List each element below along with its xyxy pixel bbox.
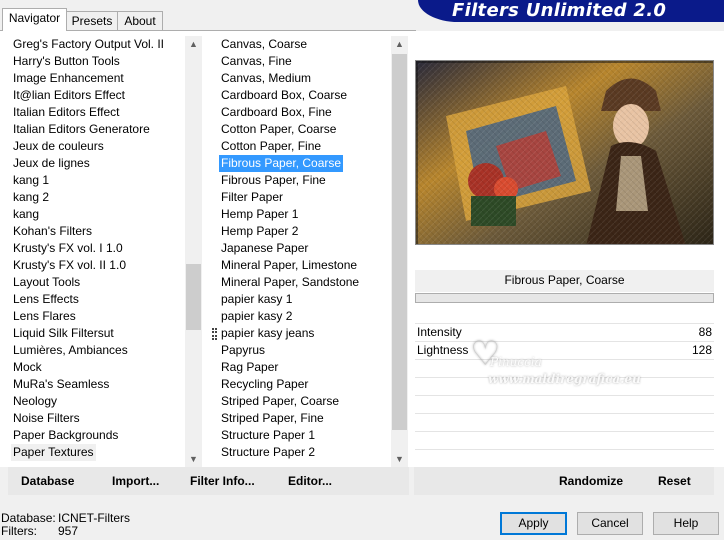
control-separator	[415, 395, 714, 396]
filter-list-item[interactable]: Recycling Paper	[219, 376, 310, 393]
filter-list[interactable]: Canvas, Coarse Canvas, Fine Canvas, Medium…	[219, 36, 391, 468]
control-separator	[415, 413, 714, 414]
scroll-thumb[interactable]	[186, 264, 201, 330]
filter-list-item[interactable]: papier kasy jeans	[219, 325, 316, 342]
category-list-item[interactable]: Noise Filters	[11, 410, 82, 427]
filter-list-item[interactable]: Mineral Paper, Sandstone	[219, 274, 361, 291]
intensity-value[interactable]: 88	[640, 324, 712, 341]
tab-about[interactable]: About	[117, 11, 163, 30]
category-list-item[interactable]: Paper Textures	[11, 444, 96, 461]
filter-list-item[interactable]: Cardboard Box, Coarse	[219, 87, 349, 104]
filter-list-item[interactable]: Filter Paper	[219, 189, 285, 206]
filter-list-item[interactable]: Fibrous Paper, Coarse	[219, 155, 344, 172]
apply-button[interactable]: Apply	[500, 512, 567, 535]
filters-count-label: Filters:	[1, 524, 37, 538]
category-list-item[interactable]: Lens Flares	[11, 308, 78, 325]
control-separator	[415, 359, 714, 360]
filter-list-item[interactable]: Striped Paper, Coarse	[219, 393, 341, 410]
filter-title: Fibrous Paper, Coarse	[504, 273, 625, 287]
filter-list-item[interactable]: Cardboard Box, Fine	[219, 104, 334, 121]
editor-button[interactable]: Editor...	[288, 467, 332, 495]
filter-list-item[interactable]: papier kasy 1	[219, 291, 294, 308]
category-list-item[interactable]: Mock	[11, 359, 44, 376]
category-list-item[interactable]: Jeux de lignes	[11, 155, 92, 172]
filter-list-item[interactable]: Mineral Paper, Limestone	[219, 257, 359, 274]
category-list-item[interactable]: Image Enhancement	[11, 70, 126, 87]
filter-list-item[interactable]: Hemp Paper 1	[219, 206, 300, 223]
intensity-label: Intensity	[417, 325, 462, 339]
filter-list-item[interactable]: Canvas, Fine	[219, 53, 294, 70]
cancel-button[interactable]: Cancel	[577, 512, 643, 535]
filter-list-item[interactable]: papier kasy 2	[219, 308, 294, 325]
filter-list-item[interactable]: Hemp Paper 2	[219, 223, 300, 240]
import-button[interactable]: Import...	[112, 467, 159, 495]
scroll-down-icon[interactable]: ▼	[185, 451, 202, 468]
lightness-label: Lightness	[417, 343, 469, 357]
tab-navigator[interactable]: Navigator	[2, 8, 67, 31]
category-list-item[interactable]: Italian Editors Effect	[11, 104, 122, 121]
filter-list-item[interactable]: Cotton Paper, Fine	[219, 138, 323, 155]
help-button[interactable]: Help	[653, 512, 719, 535]
filter-list-item[interactable]: Rag Paper	[219, 359, 280, 376]
scroll-thumb[interactable]	[392, 54, 407, 430]
category-list-item[interactable]: It@lian Editors Effect	[11, 87, 127, 104]
tab-presets[interactable]: Presets	[66, 11, 118, 30]
filter-list-item[interactable]: Canvas, Medium	[219, 70, 313, 87]
category-list[interactable]: Greg's Factory Output Vol. II Harry's But…	[11, 36, 185, 468]
banner-title: Filters Unlimited 2.0	[452, 0, 667, 21]
filters-count-value: 957	[58, 524, 79, 538]
filter-list-item[interactable]: Structure Paper 1	[219, 427, 317, 444]
filter-list-item[interactable]: Cotton Paper, Coarse	[219, 121, 338, 138]
category-list-item[interactable]: Krusty's FX vol. I 1.0	[11, 240, 125, 257]
category-list-item[interactable]: Lens Effects	[11, 291, 81, 308]
scroll-up-icon[interactable]: ▲	[185, 36, 202, 53]
category-list-item[interactable]: kang 1	[11, 172, 51, 189]
scroll-up-icon[interactable]: ▲	[391, 36, 408, 53]
category-list-item[interactable]: Harry's Button Tools	[11, 53, 122, 70]
category-list-item[interactable]: Lumières, Ambiances	[11, 342, 130, 359]
category-list-item[interactable]: Greg's Factory Output Vol. II	[11, 36, 166, 53]
category-list-item[interactable]: Liquid Silk Filtersut	[11, 325, 116, 342]
filter-list-item[interactable]: Striped Paper, Fine	[219, 410, 326, 427]
category-list-item[interactable]: kang	[11, 206, 41, 223]
category-scrollbar[interactable]: ▲ ▼	[185, 36, 202, 468]
control-separator	[415, 431, 714, 432]
watermark-url: www.maldiregrafica.eu	[488, 372, 641, 386]
preview-progress-bar	[415, 293, 714, 303]
category-list-item[interactable]: Neology	[11, 393, 59, 410]
filter-list-item[interactable]: Japanese Paper	[219, 240, 310, 257]
category-list-item[interactable]: Kohan's Filters	[11, 223, 94, 240]
reset-button[interactable]: Reset	[658, 467, 691, 495]
filter-list-item[interactable]: Fibrous Paper, Fine	[219, 172, 328, 189]
filter-list-item[interactable]: Papyrus	[219, 342, 267, 359]
filter-list-item[interactable]: Structure Paper 2	[219, 444, 317, 461]
category-list-item[interactable]: MuRa's Seamless	[11, 376, 111, 393]
filter-list-item[interactable]: Canvas, Coarse	[219, 36, 309, 53]
current-filter-marker-icon	[212, 328, 217, 340]
lightness-value[interactable]: 128	[640, 342, 712, 359]
watermark-name: Pinuccia	[490, 355, 542, 369]
category-list-item[interactable]: Layout Tools	[11, 274, 82, 291]
filter-info-button[interactable]: Filter Info...	[190, 467, 255, 495]
database-status-label: Database:	[1, 511, 56, 525]
filter-scrollbar[interactable]: ▲ ▼	[391, 36, 408, 468]
database-button[interactable]: Database	[21, 467, 74, 495]
randomize-button[interactable]: Randomize	[559, 467, 623, 495]
control-separator	[415, 449, 714, 450]
preview-image	[415, 60, 714, 245]
category-list-item[interactable]: Jeux de couleurs	[11, 138, 106, 155]
category-list-item[interactable]: Paper Backgrounds	[11, 427, 120, 444]
category-list-item[interactable]: kang 2	[11, 189, 51, 206]
scroll-down-icon[interactable]: ▼	[391, 451, 408, 468]
category-list-item[interactable]: Italian Editors Generatore	[11, 121, 152, 138]
category-list-item[interactable]: Krusty's FX vol. II 1.0	[11, 257, 128, 274]
database-status-value: ICNET-Filters	[58, 511, 130, 525]
